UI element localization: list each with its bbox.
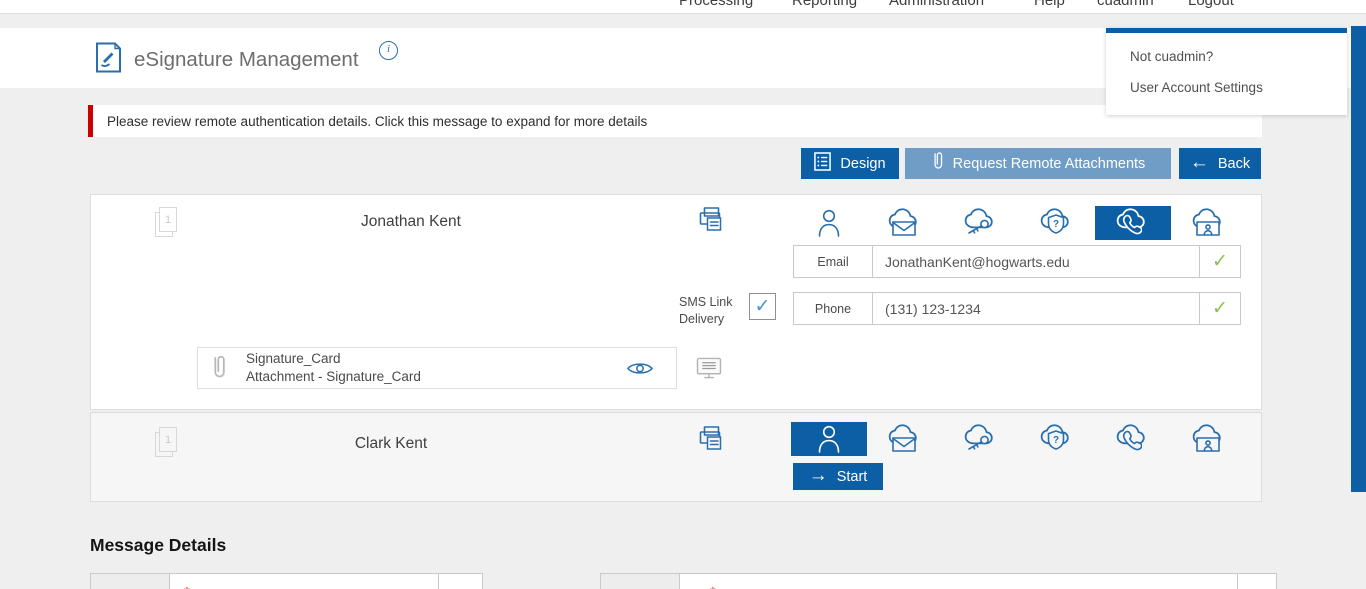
phone-input[interactable]: [872, 292, 1200, 325]
auth-security-question-cloud-icon[interactable]: ?: [1019, 422, 1095, 456]
svg-text:?: ?: [1053, 435, 1059, 446]
svg-text:?: ?: [1053, 219, 1059, 230]
auth-password-cloud-icon[interactable]: [943, 422, 1019, 456]
esignature-page: Processing Reporting Administration Help…: [0, 0, 1366, 589]
auth-phone-cloud-icon[interactable]: [1095, 422, 1171, 456]
sms-label-line1: SMS Link: [679, 295, 733, 309]
email-valid-check: ✓: [1199, 245, 1241, 278]
required-mark: *: [710, 584, 716, 589]
attachment-text: Signature_Card Attachment - Signature_Ca…: [246, 350, 421, 386]
auth-method-row: ?: [791, 422, 1247, 456]
phone-field-row: Phone ✓: [793, 292, 1241, 325]
alert-banner[interactable]: Please review remote authentication deta…: [88, 105, 1262, 137]
required-mark: *: [184, 584, 190, 589]
auth-id-card-cloud-icon[interactable]: [1171, 206, 1247, 240]
back-arrow-icon: ←: [1190, 153, 1209, 172]
document-count: 1: [165, 214, 171, 226]
back-button[interactable]: ← Back: [1179, 148, 1261, 179]
message-field-2-input[interactable]: *: [679, 573, 1238, 589]
message-field-row-2: * ✓: [600, 573, 1277, 589]
email-input[interactable]: [872, 245, 1200, 278]
display-monitor-icon[interactable]: [696, 357, 722, 385]
message-field-1-input[interactable]: *: [169, 573, 439, 589]
nav-cuadmin[interactable]: cuadmin: [1097, 0, 1154, 9]
auth-security-question-cloud-icon[interactable]: ?: [1019, 206, 1095, 240]
document-count-icon[interactable]: 1: [155, 427, 181, 458]
print-icon[interactable]: [699, 207, 725, 237]
recipient-card-clark-kent: 1 Clark Kent: [90, 412, 1262, 502]
scrollbar[interactable]: [1351, 26, 1366, 492]
design-form-icon: [814, 152, 831, 175]
phone-label: Phone: [793, 292, 873, 325]
user-menu-dropdown: Not cuadmin? User Account Settings: [1106, 28, 1347, 115]
attachment-row: Signature_Card Attachment - Signature_Ca…: [197, 347, 677, 389]
message-field-row-1: *: [90, 573, 483, 589]
nav-help[interactable]: Help: [1034, 0, 1065, 9]
auth-in-person-icon[interactable]: [791, 422, 867, 456]
request-remote-attachments-label: Request Remote Attachments: [953, 156, 1146, 172]
nav-logout[interactable]: Logout: [1188, 0, 1234, 9]
start-button[interactable]: → Start: [793, 463, 883, 490]
request-remote-attachments-button[interactable]: Request Remote Attachments: [905, 148, 1171, 179]
sms-link-delivery-checkbox[interactable]: ✓: [749, 293, 776, 320]
nav-reporting[interactable]: Reporting: [792, 0, 857, 9]
message-field-1-label: [90, 573, 170, 589]
esignature-doc-icon: [95, 42, 122, 78]
info-icon[interactable]: i: [379, 41, 398, 60]
recipient-name: Clark Kent: [231, 435, 551, 453]
message-field-2-label: [600, 573, 680, 589]
page-title: eSignature Management: [134, 28, 359, 88]
nav-processing[interactable]: Processing: [679, 0, 753, 9]
recipient-name: Jonathan Kent: [251, 213, 571, 231]
preview-eye-icon[interactable]: [626, 360, 654, 382]
auth-in-person-icon[interactable]: [791, 206, 867, 240]
design-button-label: Design: [840, 156, 885, 172]
menu-item-user-account-settings[interactable]: User Account Settings: [1106, 72, 1347, 103]
email-field-row: Email ✓: [793, 245, 1241, 278]
sms-link-delivery-label: SMS Link Delivery: [679, 294, 743, 328]
paperclip-icon: [931, 151, 944, 176]
auth-password-cloud-icon[interactable]: [943, 206, 1019, 240]
phone-valid-check: ✓: [1199, 292, 1241, 325]
sms-label-line2: Delivery: [679, 312, 724, 326]
attachment-name: Signature_Card: [246, 350, 421, 368]
auth-id-card-cloud-icon[interactable]: [1171, 422, 1247, 456]
alert-message: Please review remote authentication deta…: [107, 114, 647, 129]
document-count-icon[interactable]: 1: [155, 207, 181, 238]
check-icon: ✓: [1212, 297, 1228, 320]
back-button-label: Back: [1218, 156, 1250, 172]
auth-email-cloud-icon[interactable]: [867, 422, 943, 456]
top-nav: Processing Reporting Administration Help…: [0, 0, 1366, 14]
design-button[interactable]: Design: [801, 148, 899, 179]
print-icon[interactable]: [699, 426, 725, 456]
message-field-2-valid-check: ✓: [1237, 573, 1277, 589]
message-details-heading: Message Details: [90, 535, 226, 556]
nav-administration[interactable]: Administration: [889, 0, 984, 9]
check-icon: ✓: [755, 295, 771, 318]
paperclip-icon: [210, 354, 227, 387]
start-button-label: Start: [837, 469, 868, 485]
email-label: Email: [793, 245, 873, 278]
document-count: 1: [165, 434, 171, 446]
start-arrow-icon: →: [809, 466, 828, 485]
recipient-card-jonathan-kent: 1 Jonathan Kent: [90, 194, 1262, 410]
attachment-description: Attachment - Signature_Card: [246, 368, 421, 386]
message-field-1-stepper[interactable]: [438, 573, 483, 589]
auth-phone-cloud-icon[interactable]: [1095, 206, 1171, 240]
check-icon: ✓: [1212, 250, 1228, 273]
menu-item-not-cuadmin[interactable]: Not cuadmin?: [1106, 41, 1347, 72]
auth-method-row: ?: [791, 206, 1247, 240]
auth-email-cloud-icon[interactable]: [867, 206, 943, 240]
